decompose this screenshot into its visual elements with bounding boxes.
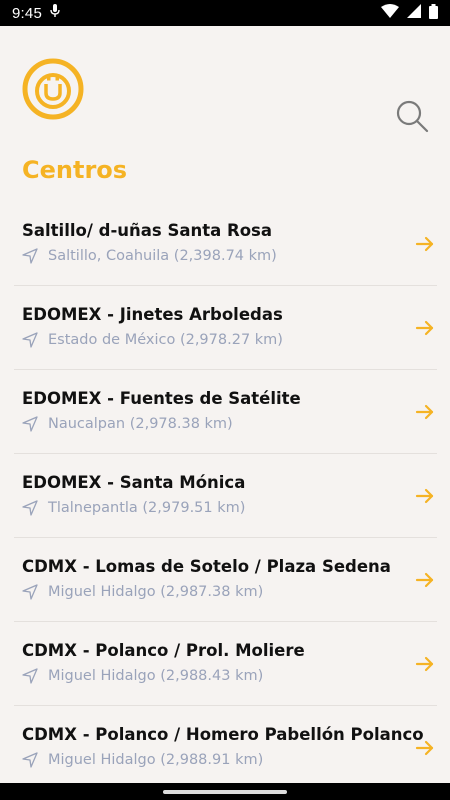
center-location-text: Miguel Hidalgo (2,987.38 km)	[48, 584, 264, 600]
navigation-arrow-icon	[22, 584, 38, 600]
center-list-item[interactable]: EDOMEX - Fuentes de Satélite Naucalpan (2…	[14, 370, 437, 454]
wifi-icon	[381, 4, 399, 22]
system-gesture-bar	[0, 783, 450, 800]
search-button[interactable]	[394, 98, 430, 134]
centers-list: Saltillo/ d-uñas Santa Rosa Saltillo, Coa…	[14, 202, 437, 790]
microphone-icon	[50, 4, 60, 22]
center-location: Naucalpan (2,978.38 km)	[22, 416, 233, 432]
center-location-text: Naucalpan (2,978.38 km)	[48, 416, 233, 432]
arrow-right-icon[interactable]	[415, 738, 435, 758]
navigation-arrow-icon	[22, 668, 38, 684]
center-location: Miguel Hidalgo (2,988.43 km)	[22, 668, 263, 684]
center-name: CDMX - Polanco / Prol. Moliere	[22, 641, 305, 660]
center-location: Tlalnepantla (2,979.51 km)	[22, 500, 245, 516]
center-name: CDMX - Polanco / Homero Pabellón Polanco	[22, 725, 424, 744]
center-list-item[interactable]: EDOMEX - Santa Mónica Tlalnepantla (2,979…	[14, 454, 437, 538]
center-name: Saltillo/ d-uñas Santa Rosa	[22, 221, 273, 240]
page-title: Centros	[22, 156, 128, 184]
center-name: EDOMEX - Jinetes Arboledas	[22, 305, 283, 324]
navigation-arrow-icon	[22, 416, 38, 432]
center-location: Estado de México (2,978.27 km)	[22, 332, 283, 348]
center-location-text: Estado de México (2,978.27 km)	[48, 332, 283, 348]
arrow-right-icon[interactable]	[415, 654, 435, 674]
center-location-text: Miguel Hidalgo (2,988.91 km)	[48, 752, 264, 768]
navigation-arrow-icon	[22, 332, 38, 348]
center-list-item[interactable]: CDMX - Polanco / Prol. Moliere Miguel Hid…	[14, 622, 437, 706]
navigation-arrow-icon	[22, 752, 38, 768]
center-list-item[interactable]: EDOMEX - Jinetes Arboledas Estado de Méxi…	[14, 286, 437, 370]
brand-logo-icon	[22, 58, 84, 120]
arrow-right-icon[interactable]	[415, 486, 435, 506]
status-time: 9:45	[12, 4, 42, 22]
center-location-text: Miguel Hidalgo (2,988.43 km)	[48, 668, 264, 684]
app-header	[0, 26, 450, 156]
center-location: Miguel Hidalgo (2,987.38 km)	[22, 584, 263, 600]
center-location: Miguel Hidalgo (2,988.91 km)	[22, 752, 263, 768]
signal-icon	[407, 4, 421, 22]
navigation-arrow-icon	[22, 248, 38, 264]
center-name: EDOMEX - Fuentes de Satélite	[22, 389, 301, 408]
arrow-right-icon[interactable]	[415, 318, 435, 338]
center-location-text: Tlalnepantla (2,979.51 km)	[48, 500, 246, 516]
search-icon	[396, 100, 429, 133]
arrow-right-icon[interactable]	[415, 570, 435, 590]
navigation-arrow-icon	[22, 500, 38, 516]
arrow-right-icon[interactable]	[415, 234, 435, 254]
arrow-right-icon[interactable]	[415, 402, 435, 422]
center-location: Saltillo, Coahuila (2,398.74 km)	[22, 248, 277, 264]
center-list-item[interactable]: CDMX - Polanco / Homero Pabellón Polanco…	[14, 706, 437, 790]
center-list-item[interactable]: Saltillo/ d-uñas Santa Rosa Saltillo, Coa…	[14, 202, 437, 286]
battery-icon	[429, 3, 438, 23]
center-list-item[interactable]: CDMX - Lomas de Sotelo / Plaza Sedena Mig…	[14, 538, 437, 622]
center-name: EDOMEX - Santa Mónica	[22, 473, 246, 492]
home-handle[interactable]	[163, 790, 287, 794]
center-name: CDMX - Lomas de Sotelo / Plaza Sedena	[22, 557, 391, 576]
status-bar: 9:45	[0, 0, 450, 26]
center-location-text: Saltillo, Coahuila (2,398.74 km)	[48, 248, 277, 264]
